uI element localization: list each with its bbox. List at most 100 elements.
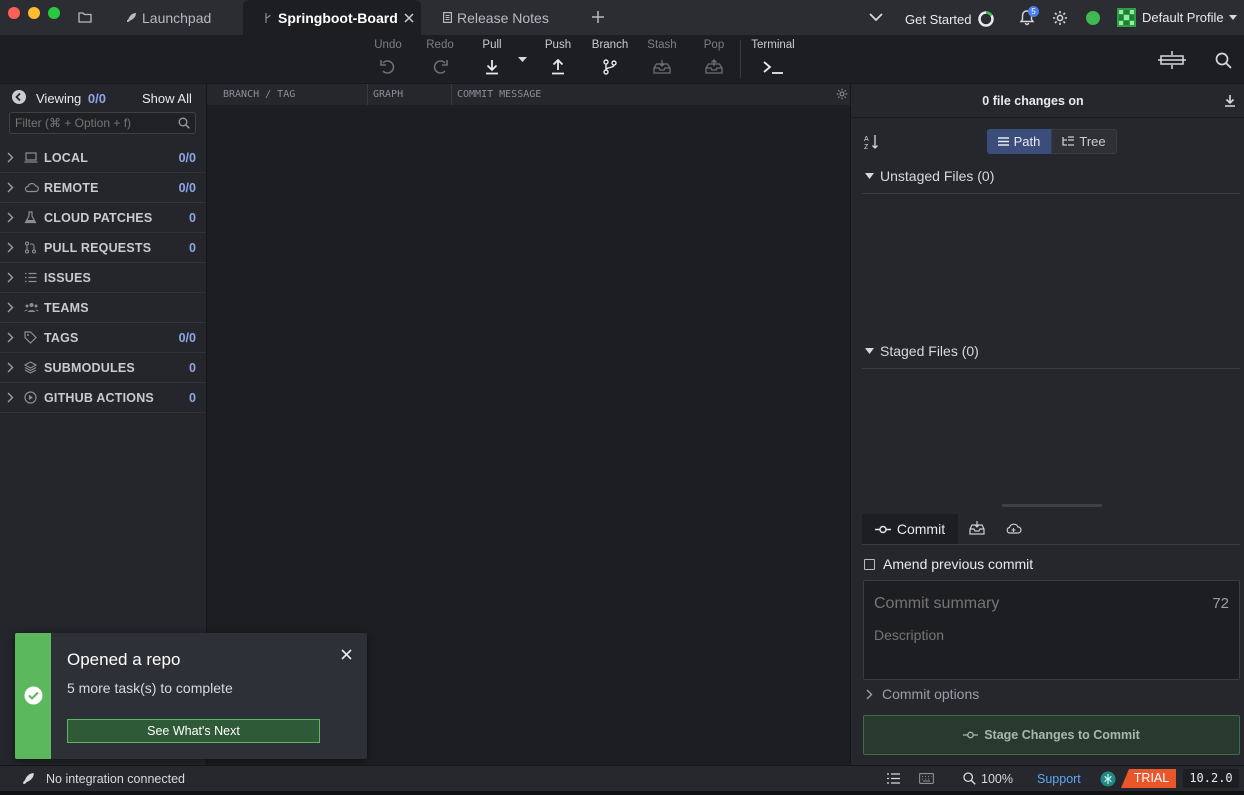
- path-view-button[interactable]: Path: [987, 129, 1051, 154]
- keyboard-icon[interactable]: [919, 773, 934, 784]
- divider: [862, 544, 1240, 545]
- layers-icon: [24, 361, 37, 374]
- back-arrow-icon[interactable]: [12, 90, 26, 104]
- search-icon[interactable]: [1215, 52, 1232, 69]
- branch-button[interactable]: Branch: [588, 39, 632, 75]
- push-label: Push: [544, 39, 572, 51]
- trial-badge[interactable]: TRIAL: [1121, 769, 1176, 788]
- unstaged-files-header[interactable]: Unstaged Files (0): [865, 168, 994, 184]
- pull-options-caret[interactable]: [518, 57, 527, 62]
- stash-tab-icon[interactable]: [969, 521, 985, 536]
- chevron-down-icon[interactable]: [869, 13, 883, 22]
- sidebar-item-remote[interactable]: REMOTE 0/0: [0, 173, 206, 203]
- minimize-window-button[interactable]: [28, 7, 40, 19]
- column-commit-message[interactable]: COMMIT MESSAGE: [457, 89, 541, 100]
- sidebar-item-local[interactable]: LOCAL 0/0: [0, 143, 206, 173]
- onboarding-toast: Opened a repo 5 more task(s) to complete…: [15, 633, 367, 759]
- zoom-icon[interactable]: [963, 772, 976, 785]
- tab-release-notes[interactable]: Release Notes: [432, 0, 572, 35]
- pull-label: Pull: [482, 39, 502, 51]
- close-icon[interactable]: [341, 649, 352, 660]
- chevron-right-icon: [7, 332, 14, 343]
- support-link[interactable]: Support: [1037, 772, 1081, 786]
- commit-description-input[interactable]: [874, 627, 1224, 671]
- tab-launchpad[interactable]: Launchpad: [114, 0, 242, 35]
- commit-message-box: 72: [863, 580, 1240, 680]
- stage-changes-button[interactable]: Stage Changes to Commit: [863, 715, 1240, 755]
- commit-options-toggle[interactable]: Commit options: [866, 686, 979, 702]
- sidebar-item-teams[interactable]: TEAMS: [0, 293, 206, 323]
- tab-springboot-board[interactable]: Springboot-Board: [243, 0, 421, 35]
- staged-files-header[interactable]: Staged Files (0): [865, 343, 979, 359]
- sidebar-item-issues[interactable]: ISSUES: [0, 263, 206, 293]
- toolbar-divider: [740, 40, 741, 78]
- sort-icon[interactable]: AZ: [864, 134, 880, 150]
- pop-button[interactable]: Pop: [692, 39, 736, 75]
- commit-icon: [874, 525, 891, 534]
- title-bar: Launchpad Springboot-Board Release Notes…: [0, 0, 1244, 35]
- chevron-right-icon: [7, 362, 14, 373]
- close-window-button[interactable]: [8, 7, 20, 19]
- amend-label[interactable]: Amend previous commit: [883, 556, 1033, 572]
- folder-icon[interactable]: [78, 11, 92, 23]
- get-started-button[interactable]: Get Started: [905, 10, 995, 28]
- sidebar-item-count: 0: [189, 390, 196, 405]
- pull-button[interactable]: Pull: [470, 39, 514, 75]
- show-all-button[interactable]: Show All: [142, 91, 192, 106]
- sidebar-item-count: 0: [189, 360, 196, 375]
- list-view-icon[interactable]: [887, 773, 900, 784]
- profile-menu-button[interactable]: Default Profile: [1142, 10, 1237, 25]
- pop-label: Pop: [703, 39, 725, 51]
- toast-accent-bar: [15, 633, 51, 759]
- gear-icon[interactable]: [836, 88, 848, 100]
- commit-icon: [963, 731, 979, 739]
- cloud-patch-tab-icon[interactable]: [1005, 522, 1022, 535]
- close-tab-icon[interactable]: [404, 12, 414, 23]
- push-button[interactable]: Push: [536, 39, 580, 75]
- amend-checkbox[interactable]: [864, 559, 875, 570]
- document-icon: [443, 12, 452, 23]
- sidebar-item-label: PULL REQUESTS: [44, 240, 152, 255]
- maximize-window-button[interactable]: [48, 7, 60, 19]
- cloud-icon: [24, 181, 39, 194]
- column-graph[interactable]: GRAPH: [373, 89, 403, 100]
- integration-status[interactable]: No integration connected: [46, 772, 185, 786]
- resize-handle[interactable]: [1002, 504, 1102, 507]
- unstaged-files-label: Unstaged Files (0): [880, 168, 995, 184]
- see-whats-next-button[interactable]: See What's Next: [67, 719, 320, 743]
- svg-text:A: A: [864, 136, 869, 143]
- viewing-count: 0/0: [87, 91, 106, 106]
- commit-tab[interactable]: Commit: [862, 514, 958, 544]
- terminal-button[interactable]: Terminal: [748, 39, 798, 75]
- rocket-icon: [22, 772, 35, 785]
- git-branch-icon: [588, 59, 632, 75]
- commit-summary-input[interactable]: [874, 593, 1194, 615]
- notification-badge: 5: [1028, 6, 1039, 17]
- redo-button[interactable]: Redo: [418, 39, 462, 75]
- checkmark-circle-icon: [24, 686, 43, 705]
- tree-view-button[interactable]: Tree: [1051, 129, 1117, 154]
- zoom-level[interactable]: 100%: [981, 772, 1013, 786]
- sidebar-item-submodules[interactable]: SUBMODULES 0: [0, 353, 206, 383]
- layout-toggle-icon[interactable]: [1158, 50, 1186, 70]
- sidebar-item-count: 0: [189, 210, 196, 225]
- filter-input[interactable]: [15, 115, 175, 131]
- sidebar-item-tags[interactable]: TAGS 0/0: [0, 323, 206, 353]
- profile-name: Default Profile: [1142, 10, 1224, 25]
- sidebar-item-github-actions[interactable]: GITHUB ACTIONS 0: [0, 383, 206, 413]
- gear-icon[interactable]: [1052, 10, 1068, 26]
- sidebar-item-label: TEAMS: [44, 300, 89, 315]
- stash-button[interactable]: Stash: [640, 39, 684, 75]
- sidebar-item-pull-requests[interactable]: PULL REQUESTS 0: [0, 233, 206, 263]
- list-icon: [997, 137, 1009, 146]
- toast-title: Opened a repo: [67, 650, 181, 669]
- status-bar: No integration connected 100% Support TR…: [0, 765, 1244, 791]
- toast-subtitle: 5 more task(s) to complete: [67, 680, 233, 696]
- column-branch-tag[interactable]: BRANCH / TAG: [223, 89, 295, 100]
- undo-button[interactable]: Undo: [366, 39, 410, 75]
- new-tab-icon[interactable]: [592, 11, 604, 23]
- sidebar-item-cloud-patches[interactable]: CLOUD PATCHES 0: [0, 203, 206, 233]
- chevron-right-icon: [7, 242, 14, 253]
- download-icon[interactable]: [1224, 94, 1236, 107]
- version-badge: 10.2.0: [1183, 769, 1239, 788]
